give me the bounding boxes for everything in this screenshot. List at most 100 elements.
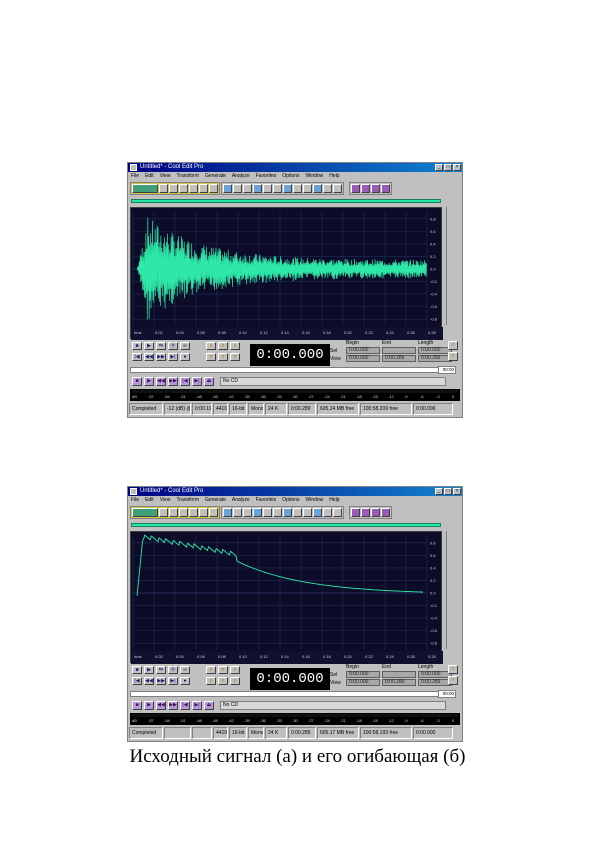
cd-rewind-button[interactable]: ◀◀ (156, 701, 166, 710)
menu-edit[interactable]: Edit (145, 496, 154, 504)
close-button[interactable]: × (453, 164, 461, 171)
save-button[interactable] (179, 507, 188, 517)
stop-button[interactable]: ■ (132, 666, 142, 674)
repeat-button[interactable] (243, 507, 252, 517)
zoom-sel-button[interactable]: ⌕ (230, 353, 240, 361)
frequency-button[interactable] (371, 183, 380, 193)
spectral-button[interactable] (351, 183, 360, 193)
go-to-start-button[interactable]: |◀ (132, 353, 142, 361)
open-button[interactable] (169, 183, 178, 193)
horizontal-scrollbar[interactable] (130, 367, 446, 373)
maximize-button[interactable]: □ (444, 164, 452, 171)
trim-button[interactable] (313, 507, 322, 517)
view-length-field[interactable]: 0:00.289 (418, 355, 452, 362)
rewind-button[interactable]: ◀◀ (144, 677, 154, 685)
save-all-button[interactable] (189, 183, 198, 193)
paste-button[interactable] (283, 507, 292, 517)
vertical-zoom-panel[interactable] (446, 531, 460, 649)
new-button[interactable] (159, 507, 168, 517)
zoom-in-vertical-button[interactable]: ⌕ (448, 665, 458, 674)
copy-new-button[interactable] (263, 507, 272, 517)
waveform-button[interactable] (361, 183, 370, 193)
menu-options[interactable]: Options (282, 496, 299, 504)
cd-next-button[interactable]: ▶| (192, 701, 202, 710)
mix-paste-button[interactable] (303, 183, 312, 193)
zoom-in-left-button[interactable]: ⌕ (206, 353, 216, 361)
menu-help[interactable]: Help (329, 496, 339, 504)
sel-length-field[interactable]: 0:00.000 (418, 671, 452, 678)
play-button[interactable]: ▶ (144, 666, 154, 674)
mix-paste-button[interactable] (303, 507, 312, 517)
zoom-out-vertical-button[interactable]: ⌕ (448, 676, 458, 685)
rewind-button[interactable]: ◀◀ (144, 353, 154, 361)
save-button[interactable] (179, 183, 188, 193)
view-end-field[interactable]: 0:00.289 (382, 679, 416, 686)
menu-analyze[interactable]: Analyze (232, 496, 250, 504)
sel-end-field[interactable] (382, 347, 416, 354)
cut-button[interactable] (273, 183, 282, 193)
cd-prev-button[interactable]: |◀ (180, 377, 190, 386)
stop-button[interactable]: ■ (132, 342, 142, 350)
menu-analyze[interactable]: Analyze (232, 172, 250, 180)
spectral-button[interactable] (351, 507, 360, 517)
cd-play-button[interactable]: ▶ (144, 701, 154, 710)
loop-mode-button[interactable]: ⦿ (168, 666, 178, 674)
minimize-button[interactable]: _ (435, 164, 443, 171)
menu-window[interactable]: Window (306, 496, 324, 504)
repeat-button[interactable] (243, 183, 252, 193)
play-to-end-button[interactable]: ⇆ (156, 666, 166, 674)
save-all-button[interactable] (189, 507, 198, 517)
cd-eject-button[interactable]: ⏏ (204, 701, 214, 710)
play-looped-button[interactable]: ∞ (180, 666, 190, 674)
properties-button[interactable] (199, 507, 208, 517)
delete-button[interactable] (323, 183, 332, 193)
vertical-zoom-panel[interactable] (446, 207, 460, 325)
record-button[interactable]: ● (180, 677, 190, 685)
undo-button[interactable] (223, 507, 232, 517)
zoom-full-button[interactable]: ⌕ (230, 342, 240, 350)
waveform-display[interactable]: 0.8 0.6 0.4 0.2 0.0 -0.2 -0.4 -0.6 -0.8 hms 0.02 0.… (130, 531, 443, 664)
trim-button[interactable] (313, 183, 322, 193)
waveform-display[interactable]: 0.8 0.6 0.4 0.2 0.0 -0.2 -0.4 -0.6 -0.8 hms 0.02 0.… (130, 207, 443, 340)
go-to-start-button[interactable]: |◀ (132, 677, 142, 685)
menu-file[interactable]: File (131, 172, 139, 180)
open-button[interactable] (169, 507, 178, 517)
zoom-in-right-button[interactable]: ⌕ (218, 353, 228, 361)
fast-forward-button[interactable]: ▶▶ (156, 353, 166, 361)
zoom-in-right-button[interactable]: ⌕ (218, 677, 228, 685)
cd-forward-button[interactable]: ▶▶ (168, 377, 178, 386)
menu-view[interactable]: View (160, 496, 171, 504)
zoom-in-left-button[interactable]: ⌕ (206, 677, 216, 685)
play-to-end-button[interactable]: ⇆ (156, 342, 166, 350)
horizontal-scrollbar[interactable] (130, 691, 446, 697)
cd-next-button[interactable]: ▶| (192, 377, 202, 386)
zoom-full-button[interactable]: ⌕ (230, 666, 240, 674)
maximize-button[interactable]: □ (444, 488, 452, 495)
view-length-field[interactable]: 0:00.289 (418, 679, 452, 686)
frequency-button[interactable] (371, 507, 380, 517)
loop-mode-button[interactable]: ⦿ (168, 342, 178, 350)
go-to-end-button[interactable]: ▶| (168, 677, 178, 685)
cd-play-button[interactable]: ▶ (144, 377, 154, 386)
copy-button[interactable] (253, 183, 262, 193)
menu-generate[interactable]: Generate (205, 496, 226, 504)
cue-button[interactable] (381, 507, 390, 517)
zoom-sel-button[interactable]: ⌕ (230, 677, 240, 685)
view-begin-field[interactable]: 0:00.000 (346, 355, 380, 362)
menu-file[interactable]: File (131, 496, 139, 504)
record-button[interactable]: ● (180, 353, 190, 361)
close-button[interactable]: × (453, 488, 461, 495)
multitrack-toggle-button[interactable] (132, 183, 158, 193)
cd-stop-button[interactable]: ■ (132, 701, 142, 710)
play-looped-button[interactable]: ∞ (180, 342, 190, 350)
new-button[interactable] (159, 183, 168, 193)
sel-begin-field[interactable]: 0:00.000 (346, 671, 380, 678)
menu-view[interactable]: View (160, 172, 171, 180)
delete-button[interactable] (323, 507, 332, 517)
go-to-end-button[interactable]: ▶| (168, 353, 178, 361)
cd-eject-button[interactable]: ⏏ (204, 377, 214, 386)
zoom-out-h-button[interactable]: ⌕ (218, 342, 228, 350)
analyze-button[interactable] (333, 183, 342, 193)
copy-new-button[interactable] (263, 183, 272, 193)
cd-rewind-button[interactable]: ◀◀ (156, 377, 166, 386)
